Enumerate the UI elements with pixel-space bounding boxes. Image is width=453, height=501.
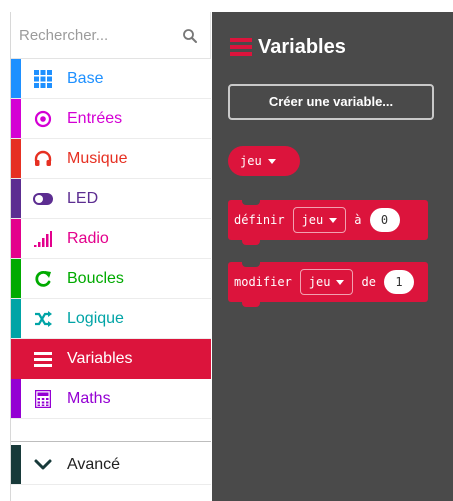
- category-color-bar: [11, 219, 21, 258]
- category-color-bar: [11, 179, 21, 218]
- makecode-toolbox: Base Entrées Musique: [0, 0, 453, 501]
- category-base[interactable]: Base: [11, 59, 211, 99]
- category-label: Base: [67, 70, 104, 87]
- list-icon: [230, 38, 252, 56]
- signal-bars-icon: [33, 229, 53, 249]
- category-sidebar: Base Entrées Musique: [10, 12, 211, 501]
- block-text: modifier: [234, 275, 292, 289]
- block-text: de: [361, 275, 376, 289]
- toggle-icon: [33, 189, 53, 209]
- category-label: Avancé: [67, 456, 121, 473]
- refresh-icon: [33, 269, 53, 289]
- divider: [11, 441, 211, 442]
- category-label: Maths: [67, 390, 111, 407]
- category-label: Musique: [67, 150, 128, 167]
- list-icon: [33, 349, 53, 369]
- shuffle-icon: [33, 309, 53, 329]
- category-label: Variables: [67, 350, 133, 367]
- number-input[interactable]: 1: [383, 270, 414, 294]
- dropdown-arrow-icon: [329, 217, 338, 223]
- category-label: Radio: [67, 230, 109, 247]
- category-entrees[interactable]: Entrées: [11, 99, 211, 139]
- category-color-bar: [11, 379, 21, 418]
- category-label: LED: [67, 190, 99, 207]
- dropdown-arrow-icon: [336, 279, 345, 285]
- category-logique[interactable]: Logique: [11, 299, 211, 339]
- category-led[interactable]: LED: [11, 179, 211, 219]
- change-variable-block[interactable]: modifier jeu de 1: [228, 262, 428, 307]
- variable-block-jeu[interactable]: jeu: [228, 146, 300, 176]
- grid-icon: [33, 69, 53, 89]
- block-text: à: [354, 213, 362, 227]
- category-variables[interactable]: Variables: [11, 339, 211, 379]
- category-label: Entrées: [67, 110, 123, 127]
- category-color-bar: [11, 339, 21, 378]
- variables-flyout: Variables Créer une variable... jeu défi…: [212, 12, 453, 501]
- variable-name: jeu: [240, 154, 262, 168]
- search-box: [11, 12, 211, 59]
- category-label: Boucles: [67, 270, 124, 287]
- category-color-bar: [11, 299, 21, 338]
- category-advanced[interactable]: Avancé: [11, 445, 211, 485]
- category-boucles[interactable]: Boucles: [11, 259, 211, 299]
- category-color-bar: [11, 139, 21, 178]
- set-variable-block[interactable]: définir jeu à 0: [228, 200, 428, 245]
- dropdown-value: jeu: [308, 275, 331, 289]
- dropdown-value: jeu: [301, 213, 324, 227]
- dropdown-arrow-icon: [267, 158, 276, 164]
- search-input[interactable]: [19, 22, 179, 48]
- search-icon[interactable]: [182, 28, 198, 44]
- category-radio[interactable]: Radio: [11, 219, 211, 259]
- headphones-icon: [33, 149, 53, 169]
- calculator-icon: [33, 389, 53, 409]
- create-variable-button[interactable]: Créer une variable...: [228, 84, 434, 120]
- category-label: Logique: [67, 310, 124, 327]
- variable-dropdown[interactable]: jeu: [292, 207, 347, 233]
- target-icon: [33, 109, 53, 129]
- category-color-bar: [11, 99, 21, 138]
- chevron-down-icon: [33, 455, 53, 475]
- category-color-bar: [11, 259, 21, 298]
- category-color-bar: [11, 59, 21, 98]
- category-maths[interactable]: Maths: [11, 379, 211, 419]
- number-input[interactable]: 0: [369, 208, 400, 232]
- flyout-header: Variables: [230, 35, 346, 59]
- category-musique[interactable]: Musique: [11, 139, 211, 179]
- flyout-title: Variables: [258, 35, 346, 58]
- block-text: définir: [234, 213, 285, 227]
- variable-dropdown[interactable]: jeu: [299, 269, 354, 295]
- category-color-bar: [11, 445, 21, 484]
